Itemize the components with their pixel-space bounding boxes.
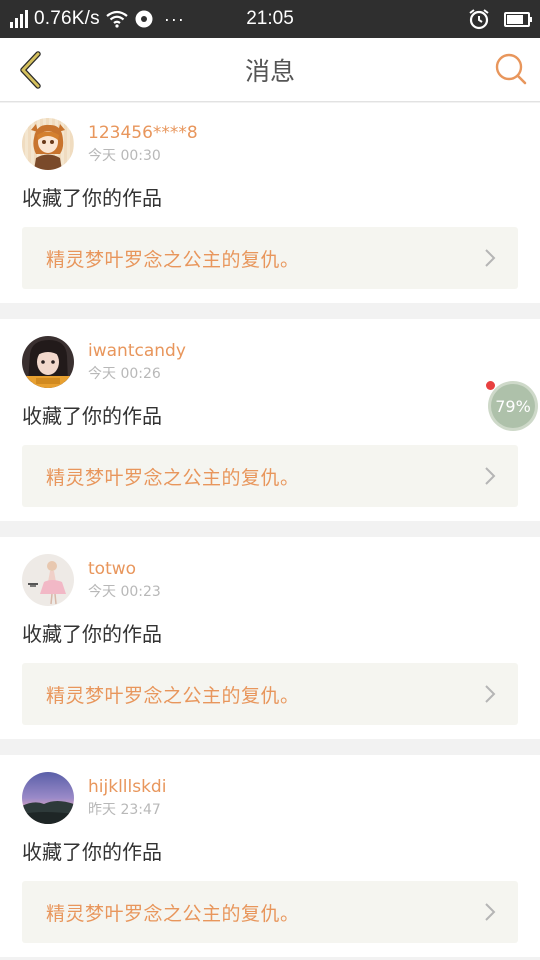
chevron-right-icon bbox=[485, 685, 496, 703]
chevron-right-icon bbox=[485, 249, 496, 267]
avatar[interactable] bbox=[22, 554, 74, 606]
dark-hair-girl-avatar-icon bbox=[22, 336, 74, 388]
clock: 21:05 bbox=[246, 8, 294, 29]
battery-icon bbox=[504, 11, 532, 27]
chevron-right-icon bbox=[485, 903, 496, 921]
work-title: 精灵梦叶罗念之公主的复仇。 bbox=[46, 248, 300, 271]
username[interactable]: hijklllskdi bbox=[88, 776, 166, 798]
message-card: hijklllskdi 昨天 23:47 收藏了你的作品 精灵梦叶罗念之公主的复… bbox=[0, 755, 540, 957]
user-meta: 123456****8 今天 00:30 bbox=[88, 122, 198, 166]
user-row: hijklllskdi 昨天 23:47 bbox=[22, 771, 518, 825]
user-row: 123456****8 今天 00:30 bbox=[22, 117, 518, 171]
search-icon[interactable] bbox=[494, 52, 528, 86]
timestamp: 今天 00:30 bbox=[88, 148, 161, 164]
header-bar: 消息 bbox=[0, 38, 540, 102]
timestamp: 昨天 23:47 bbox=[88, 802, 161, 818]
username[interactable]: totwo bbox=[88, 558, 161, 580]
user-meta: iwantcandy 今天 00:26 bbox=[88, 340, 186, 384]
work-link[interactable]: 精灵梦叶罗念之公主的复仇。 bbox=[22, 881, 518, 943]
work-link[interactable]: 精灵梦叶罗念之公主的复仇。 bbox=[22, 445, 518, 507]
status-bar: 0.76K/s ··· 21:05 bbox=[0, 0, 540, 38]
timestamp: 今天 00:26 bbox=[88, 366, 161, 382]
anime-girl-avatar-icon bbox=[22, 118, 74, 170]
user-row: iwantcandy 今天 00:26 bbox=[22, 335, 518, 389]
chevron-right-icon bbox=[485, 467, 496, 485]
action-text: 收藏了你的作品 bbox=[22, 622, 162, 646]
work-title: 精灵梦叶罗念之公主的复仇。 bbox=[46, 684, 300, 707]
floating-memory-badge[interactable]: 79% bbox=[488, 381, 538, 431]
action-text: 收藏了你的作品 bbox=[22, 404, 162, 428]
battery-level bbox=[507, 14, 523, 24]
user-row: totwo 今天 00:23 bbox=[22, 553, 518, 607]
work-title: 精灵梦叶罗念之公主的复仇。 bbox=[46, 466, 300, 489]
timestamp: 今天 00:23 bbox=[88, 584, 161, 600]
message-card: 123456****8 今天 00:30 收藏了你的作品 精灵梦叶罗念之公主的复… bbox=[0, 103, 540, 303]
alarm-icon bbox=[469, 9, 489, 30]
message-card: iwantcandy 今天 00:26 收藏了你的作品 精灵梦叶罗念之公主的复仇… bbox=[0, 319, 540, 521]
username[interactable]: iwantcandy bbox=[88, 340, 186, 362]
user-meta: hijklllskdi 昨天 23:47 bbox=[88, 776, 166, 820]
action-text: 收藏了你的作品 bbox=[22, 186, 162, 210]
avatar[interactable] bbox=[22, 772, 74, 824]
user-meta: totwo 今天 00:23 bbox=[88, 558, 161, 602]
page-title: 消息 bbox=[244, 57, 295, 86]
action-text: 收藏了你的作品 bbox=[22, 840, 162, 864]
message-list: 123456****8 今天 00:30 收藏了你的作品 精灵梦叶罗念之公主的复… bbox=[0, 103, 540, 960]
avatar[interactable] bbox=[22, 336, 74, 388]
work-title: 精灵梦叶罗念之公主的复仇。 bbox=[46, 902, 300, 925]
work-link[interactable]: 精灵梦叶罗念之公主的复仇。 bbox=[22, 227, 518, 289]
username[interactable]: 123456****8 bbox=[88, 122, 198, 144]
avatar[interactable] bbox=[22, 118, 74, 170]
pink-dress-avatar-icon bbox=[22, 554, 74, 606]
floating-badge-label: 79% bbox=[495, 396, 531, 416]
notification-dot bbox=[486, 381, 495, 390]
work-link[interactable]: 精灵梦叶罗念之公主的复仇。 bbox=[22, 663, 518, 725]
sunset-landscape-avatar-icon bbox=[22, 772, 74, 824]
status-right bbox=[468, 0, 532, 38]
message-card: totwo 今天 00:23 收藏了你的作品 精灵梦叶罗念之公主的复仇。 bbox=[0, 537, 540, 739]
